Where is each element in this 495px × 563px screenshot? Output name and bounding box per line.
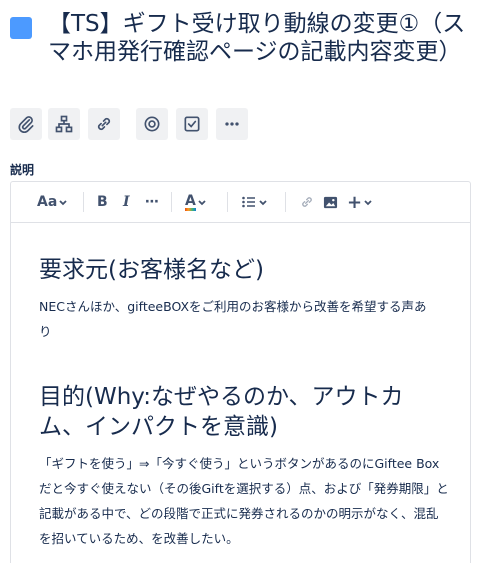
more-icon: [225, 122, 239, 126]
paperclip-icon: [18, 116, 34, 134]
paragraph-requester: NECさんほか、gifteeBOXをご利用のお客様から改善を希望する声あり: [39, 299, 427, 339]
italic-button[interactable]: I: [123, 191, 130, 213]
heading-requester: 要求元(お客様名など): [39, 257, 264, 283]
target-icon: [144, 116, 160, 132]
link-issue-button[interactable]: [88, 108, 120, 140]
paragraph-purpose: 「ギフトを使う」⇒「今すぐ使う」というボタンがあるのにGiftee Boxだと今…: [39, 456, 449, 546]
editor-toolbar: Aa B I ⋯ A +: [11, 182, 470, 223]
more-formatting-button[interactable]: ⋯: [145, 191, 159, 213]
text-style-label: Aa: [37, 194, 58, 210]
description-label: 説明: [10, 163, 35, 177]
more-button[interactable]: [216, 108, 248, 140]
issue-title[interactable]: 【TS】ギフト受け取り動線の変更①（スマホ用発行確認ページの記載内容変更）: [48, 10, 480, 66]
attach-button[interactable]: [10, 108, 42, 140]
watch-button[interactable]: [136, 108, 168, 140]
link-icon: [302, 197, 312, 207]
text-color-dropdown[interactable]: A: [185, 191, 208, 213]
chevron-down-icon: [259, 200, 267, 206]
italic-icon: I: [123, 194, 130, 210]
heading-purpose: 目的(Why:なぜやるのか、アウトカム、インパクトを意識): [39, 384, 404, 440]
bold-button[interactable]: B: [97, 191, 108, 213]
chevron-down-icon: [198, 200, 206, 206]
plus-icon: +: [347, 191, 363, 213]
issue-type-icon[interactable]: [10, 17, 32, 39]
hierarchy-icon: [55, 115, 73, 133]
child-issue-button[interactable]: [48, 108, 80, 140]
image-button[interactable]: [323, 191, 338, 213]
link-icon: [97, 117, 111, 131]
bold-icon: B: [97, 194, 108, 210]
list-dropdown[interactable]: [241, 191, 269, 213]
more-formatting-icon: ⋯: [145, 194, 159, 210]
checkbox-icon: [184, 116, 200, 132]
insert-dropdown[interactable]: +: [347, 191, 374, 213]
text-style-dropdown[interactable]: Aa: [37, 191, 69, 213]
checklist-button[interactable]: [176, 108, 208, 140]
image-icon: [323, 196, 338, 208]
chevron-down-icon: [364, 200, 372, 206]
text-color-icon: A: [185, 192, 196, 211]
link-button[interactable]: [299, 191, 315, 213]
description-editor[interactable]: Aa B I ⋯ A + 要求元(お客様名など) NECさんほか、gifteeB…: [10, 181, 471, 563]
chevron-down-icon: [59, 200, 67, 206]
bullet-list-icon: [242, 196, 255, 208]
